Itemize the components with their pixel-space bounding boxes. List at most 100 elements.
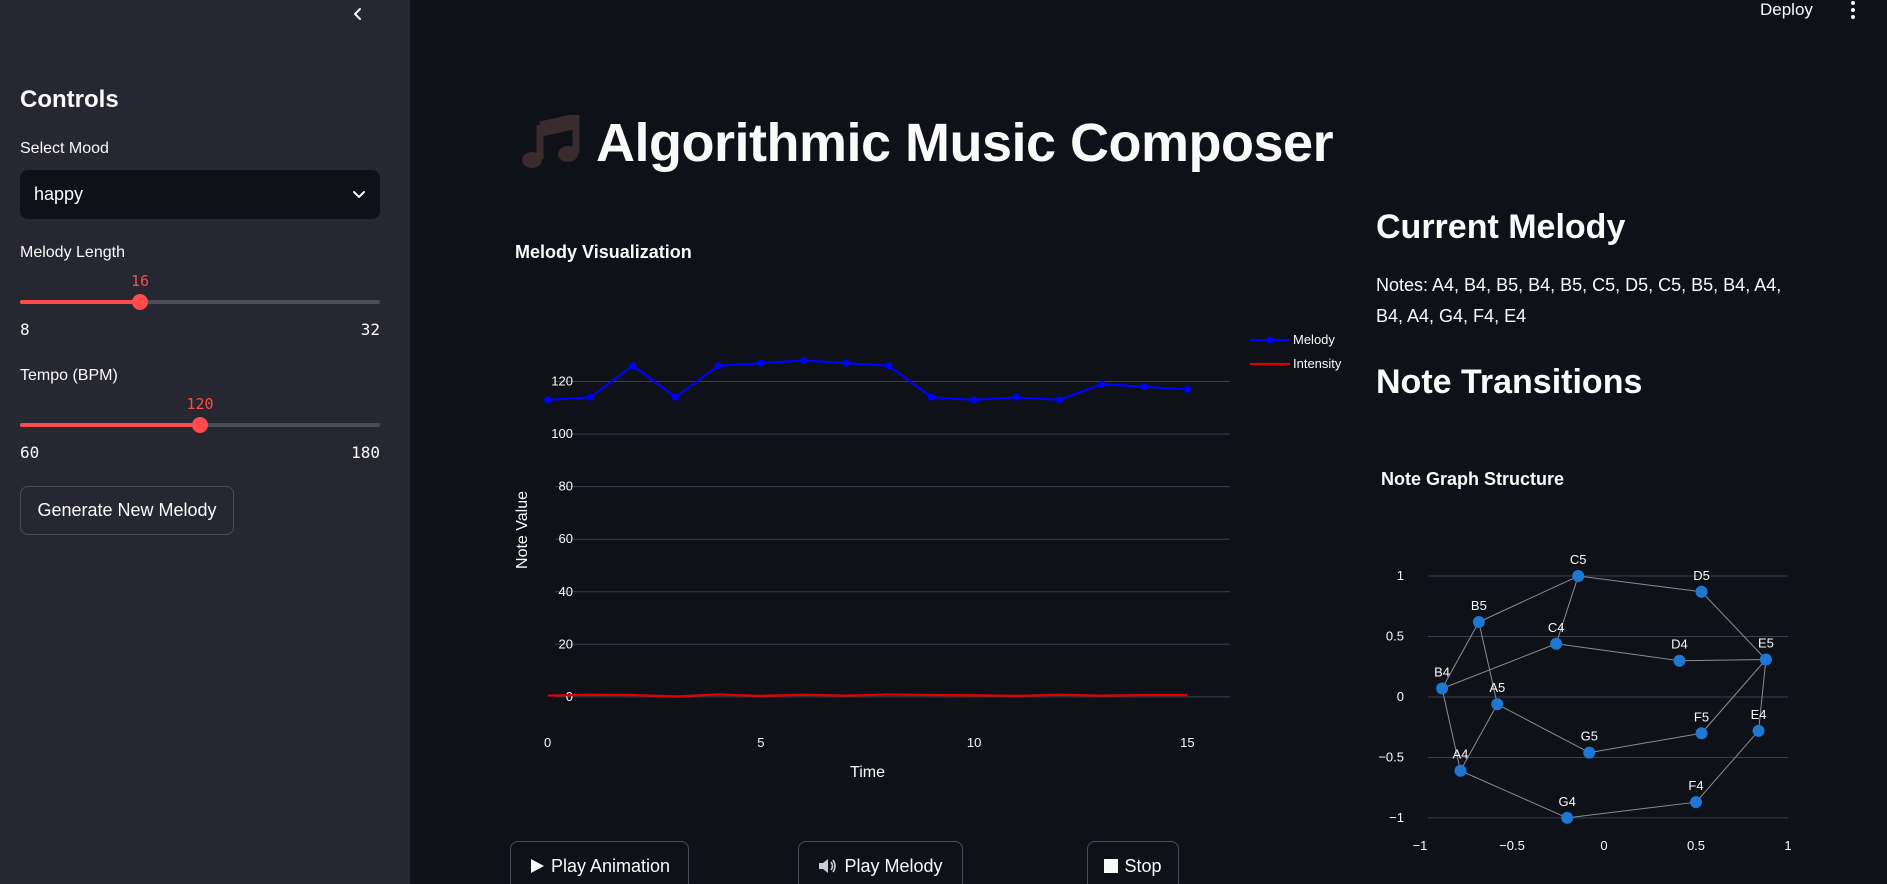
graph-node[interactable]	[1759, 653, 1772, 666]
chevron-left-icon	[354, 8, 361, 20]
tempo-slider[interactable]: 120 60 180	[20, 395, 380, 462]
series-line	[547, 359, 1188, 402]
sidebar: Controls Select Mood happy Melody Length…	[0, 0, 410, 884]
sidebar-heading: Controls	[20, 86, 119, 113]
slider-thumb[interactable]	[192, 417, 208, 433]
data-point	[629, 362, 637, 370]
node-label: A4	[1453, 747, 1469, 762]
y-tick-label: 40	[559, 584, 573, 599]
node-label: C4	[1548, 620, 1565, 635]
node-label: G4	[1559, 794, 1576, 809]
graph-node[interactable]	[1454, 764, 1467, 777]
speaker-icon	[819, 859, 837, 873]
data-point	[842, 359, 850, 367]
x-tick-label: 5	[757, 735, 764, 750]
current-melody-heading: Current Melody	[1376, 208, 1626, 246]
slider-min: 8	[20, 320, 30, 339]
graph-node[interactable]	[1472, 616, 1485, 628]
y-tick-label: −1	[1389, 810, 1404, 825]
y-tick-label: 100	[551, 426, 573, 441]
y-tick-label: 0	[1397, 689, 1404, 704]
node-label: F5	[1694, 709, 1709, 724]
graph-node[interactable]	[1695, 727, 1708, 740]
graph-node[interactable]	[1491, 698, 1504, 711]
y-tick-label: 60	[559, 531, 573, 546]
graph-node[interactable]	[1561, 811, 1574, 824]
y-tick-label: 20	[559, 636, 573, 651]
graph-node[interactable]	[1695, 585, 1708, 598]
generate-melody-button[interactable]: Generate New Melody	[20, 486, 234, 535]
x-tick-label: 0.5	[1687, 838, 1705, 853]
data-point	[672, 393, 680, 401]
slider-fill	[20, 300, 140, 304]
note-graph-title: Note Graph Structure	[1381, 469, 1565, 489]
slider-thumb[interactable]	[132, 294, 148, 310]
mood-label: Select Mood	[20, 140, 109, 157]
node-label: E5	[1758, 635, 1774, 650]
stop-button[interactable]: Stop	[1087, 841, 1179, 884]
data-point	[1098, 380, 1106, 388]
graph-node[interactable]	[1583, 746, 1596, 759]
graph-edge	[1701, 659, 1767, 734]
graph-edge	[1556, 643, 1680, 662]
play-animation-button[interactable]: Play Animation	[510, 841, 689, 884]
play-melody-button[interactable]: Play Melody	[798, 841, 963, 884]
slider-max: 180	[351, 443, 380, 462]
play-icon	[530, 859, 544, 873]
x-tick-label: 10	[967, 735, 981, 750]
more-menu-icon[interactable]	[1846, 0, 1860, 20]
melody-length-slider[interactable]: 16 8 32	[20, 272, 380, 339]
data-point	[757, 359, 765, 367]
data-point	[927, 393, 935, 401]
y-tick-label: 120	[551, 374, 573, 389]
graph-edge	[1497, 703, 1590, 754]
deploy-button[interactable]: Deploy	[1760, 0, 1813, 20]
play-melody-label: Play Melody	[844, 855, 943, 876]
node-label: E4	[1751, 707, 1767, 722]
music-notes-icon	[522, 115, 580, 168]
legend-marker	[1266, 336, 1274, 344]
graph-node[interactable]	[1436, 682, 1449, 695]
data-point	[1183, 385, 1191, 393]
graph-edge	[1460, 770, 1568, 819]
collapse-sidebar-button[interactable]	[342, 0, 374, 28]
graph-node[interactable]	[1550, 637, 1563, 650]
node-label: B4	[1434, 665, 1450, 680]
data-point	[970, 396, 978, 404]
node-label: C5	[1570, 552, 1587, 567]
y-tick-label: 0	[566, 689, 573, 704]
stop-label: Stop	[1124, 855, 1162, 876]
data-point	[1055, 396, 1063, 404]
page-title: Algorithmic Music Composer	[596, 113, 1334, 173]
node-label: D4	[1671, 637, 1688, 652]
x-tick-label: −0.5	[1499, 838, 1525, 853]
graph-node[interactable]	[1572, 570, 1585, 583]
graph-node[interactable]	[1673, 654, 1686, 667]
x-tick-label: 0	[544, 735, 551, 750]
x-tick-label: 0	[1600, 838, 1607, 853]
legend-label: Melody	[1293, 332, 1335, 347]
series-line	[547, 693, 1188, 698]
mood-select-value: happy	[34, 184, 84, 204]
graph-node[interactable]	[1690, 796, 1702, 809]
data-point	[714, 362, 722, 370]
y-tick-label: 80	[559, 479, 573, 494]
node-label: A5	[1489, 680, 1505, 695]
legend-label: Intensity	[1293, 356, 1342, 371]
mood-select[interactable]: happy	[20, 170, 380, 219]
slider-fill	[20, 423, 200, 427]
graph-edge	[1679, 658, 1766, 662]
slider-min: 60	[20, 443, 40, 462]
data-point	[800, 357, 808, 365]
y-tick-label: −0.5	[1378, 749, 1404, 764]
x-tick-label: 1	[1784, 838, 1791, 853]
graph-edge	[1589, 732, 1702, 754]
slider-value: 16	[130, 272, 150, 290]
node-label: G5	[1581, 729, 1598, 744]
graph-edge	[1567, 801, 1697, 819]
graph-node[interactable]	[1752, 724, 1765, 737]
note-transitions-heading: Note Transitions	[1376, 363, 1643, 401]
x-tick-label: 15	[1180, 735, 1194, 750]
tempo-label: Tempo (BPM)	[20, 367, 118, 384]
data-point	[885, 362, 893, 370]
